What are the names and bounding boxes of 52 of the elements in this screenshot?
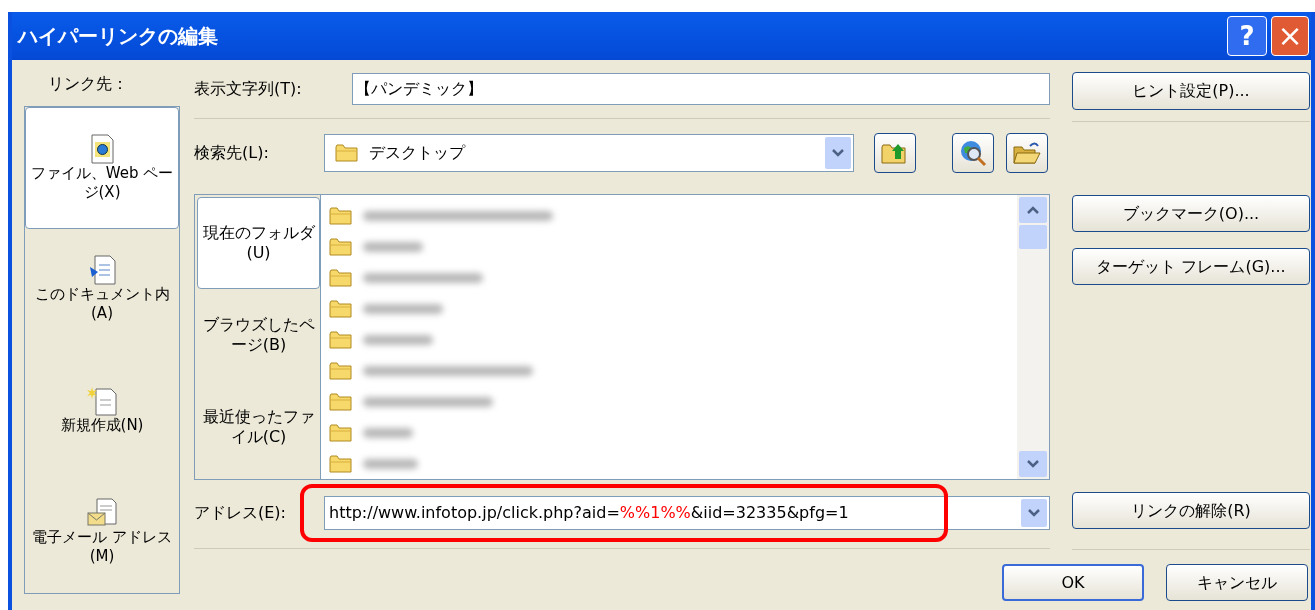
folder-icon bbox=[329, 453, 353, 474]
cancel-button[interactable]: キャンセル bbox=[1166, 564, 1308, 601]
dropdown-button[interactable] bbox=[825, 137, 851, 169]
close-button[interactable]: × bbox=[1271, 16, 1309, 56]
window-title: ハイパーリンクの編集 bbox=[18, 23, 218, 50]
up-folder-button[interactable] bbox=[874, 133, 916, 173]
folder-icon bbox=[329, 391, 353, 412]
hint-button[interactable]: ヒント設定(P)... bbox=[1072, 72, 1310, 110]
open-folder-icon bbox=[1013, 141, 1041, 165]
folder-icon bbox=[329, 299, 353, 320]
folder-icon bbox=[329, 422, 353, 443]
folder-icon bbox=[329, 330, 353, 350]
link-to-label: リンク先： bbox=[48, 73, 129, 95]
link-type-item[interactable]: このドキュメント内(A) bbox=[25, 228, 179, 350]
link-type-item[interactable]: 新規作成(N) bbox=[25, 350, 179, 472]
new-document-icon bbox=[87, 386, 117, 417]
look-in-combo[interactable]: デスクトップ bbox=[324, 134, 854, 172]
browse-tab[interactable]: 現在のフォルダ(U) bbox=[197, 197, 320, 289]
caret-icon bbox=[832, 149, 844, 157]
display-text-label: 表示文字列(T): bbox=[194, 78, 303, 100]
dropdown-button[interactable] bbox=[1021, 499, 1047, 527]
caret-up-icon bbox=[1027, 206, 1039, 214]
link-type-item[interactable]: ファイル、Web ページ(X) bbox=[25, 107, 179, 229]
web-search-button[interactable] bbox=[952, 133, 994, 173]
address-value: http://www.infotop.jp/click.php?aid=%%1%%&iid=32335&pfg=1 bbox=[329, 502, 850, 524]
link-type-item[interactable]: 電子メール アドレス(M) bbox=[25, 471, 179, 593]
globe-magnifier-icon bbox=[959, 139, 987, 167]
folder-up-icon bbox=[881, 141, 909, 165]
folder-icon bbox=[329, 237, 353, 258]
browse-file-button[interactable] bbox=[1006, 133, 1048, 173]
address-combo[interactable]: http://www.infotop.jp/click.php?aid=%%1%%&iid=32335&pfg=1 bbox=[324, 496, 1050, 530]
folder-icon bbox=[329, 206, 353, 227]
folder-icon bbox=[329, 360, 353, 381]
scroll-up-button[interactable] bbox=[1019, 197, 1047, 223]
help-button[interactable]: ? bbox=[1227, 16, 1267, 56]
document-envelope-icon bbox=[87, 498, 117, 529]
caret-down-icon bbox=[1027, 460, 1039, 468]
scroll-thumb[interactable] bbox=[1019, 225, 1047, 249]
caret-icon bbox=[1028, 509, 1040, 517]
folder-icon bbox=[335, 143, 359, 163]
unlink-button[interactable]: リンクの解除(R) bbox=[1072, 492, 1310, 529]
scroll-down-button[interactable] bbox=[1019, 451, 1047, 477]
side-button[interactable]: ターゲット フレーム(G)... bbox=[1072, 248, 1310, 285]
document-arrow-icon bbox=[88, 255, 116, 286]
address-label: アドレス(E): bbox=[194, 502, 287, 524]
folder-icon bbox=[329, 268, 353, 289]
display-text-field[interactable]: 【パンデミック】 bbox=[352, 73, 1050, 105]
scrollbar[interactable] bbox=[1017, 195, 1049, 479]
look-in-label: 検索先(L): bbox=[194, 142, 270, 164]
side-button[interactable]: ブックマーク(O)... bbox=[1072, 195, 1310, 232]
ok-button[interactable]: OK bbox=[1002, 564, 1144, 601]
document-globe-icon bbox=[89, 133, 115, 164]
